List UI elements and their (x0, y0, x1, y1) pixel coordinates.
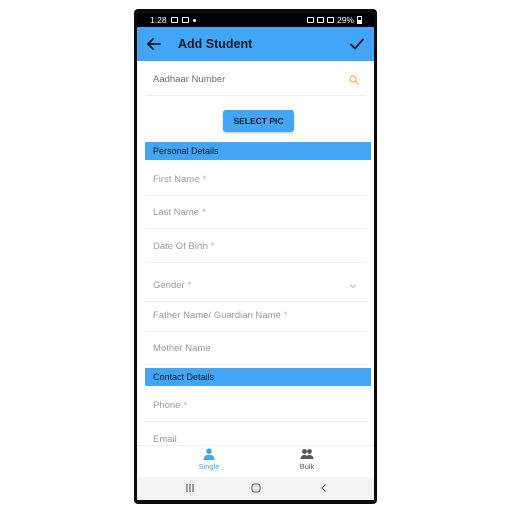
required-mark: * (183, 400, 188, 411)
aadhaar-number-field[interactable]: Aadhaar Number (145, 63, 367, 96)
gender-label: Gender * (153, 280, 191, 291)
nav-single-label: Single (198, 462, 220, 471)
date-of-birth-text: Date Of Birth (153, 241, 208, 252)
select-pic-button[interactable]: SELECT PIC (223, 110, 294, 132)
phone-frame: 1:28 29% Add Student Aadhaar Number SELE… (134, 9, 377, 504)
mother-name-field[interactable]: Mother Name (145, 332, 367, 365)
home-icon[interactable] (251, 483, 261, 493)
system-back-icon[interactable] (319, 483, 329, 493)
phone-text: Phone (153, 400, 181, 411)
phone-label: Phone * (153, 400, 187, 411)
gallery-notification-icon (170, 17, 178, 23)
wifi-icon (316, 17, 324, 23)
save-check-icon[interactable] (348, 35, 366, 53)
father-guardian-name-field[interactable]: Father Name/ Guardian Name * (145, 299, 367, 332)
father-guardian-name-text: Father Name/ Guardian Name (153, 310, 281, 321)
sync-notification-icon (181, 17, 189, 23)
nav-bulk-tab[interactable]: Bulk (277, 448, 337, 471)
nav-bulk-label: Bulk (299, 462, 315, 471)
app-bar: Add Student (137, 27, 374, 61)
first-name-field[interactable]: First Name * (145, 163, 367, 196)
last-name-text: Last Name (153, 207, 199, 218)
personal-details-header: Personal Details (145, 142, 371, 160)
search-icon[interactable] (349, 75, 359, 85)
app-screen: 1:28 29% Add Student Aadhaar Number SELE… (137, 13, 374, 500)
required-mark: * (202, 174, 207, 185)
first-name-text: First Name (153, 174, 200, 185)
signal-icon (326, 17, 334, 23)
nav-single-tab[interactable]: Single (179, 448, 239, 471)
phone-field[interactable]: Phone * (145, 389, 367, 422)
last-name-field[interactable]: Last Name * (145, 196, 367, 229)
first-name-label: First Name * (153, 174, 206, 185)
required-mark: * (201, 207, 206, 218)
required-mark: * (187, 280, 192, 291)
battery-percent: 29% (336, 15, 354, 25)
father-guardian-name-label: Father Name/ Guardian Name * (153, 310, 287, 321)
date-of-birth-field[interactable]: Date Of Birth * (145, 230, 367, 263)
gender-text: Gender (153, 280, 185, 291)
bottom-navigation: Single Bulk (137, 445, 374, 478)
date-of-birth-label: Date Of Birth * (153, 241, 215, 252)
email-label: Email (153, 434, 177, 445)
person-icon (203, 448, 215, 460)
recent-apps-icon[interactable] (185, 483, 195, 493)
aadhaar-number-placeholder: Aadhaar Number (153, 74, 226, 85)
required-mark: * (283, 310, 288, 321)
battery-icon (357, 16, 362, 24)
alarm-icon (306, 17, 314, 23)
mother-name-label: Mother Name (153, 343, 211, 354)
last-name-label: Last Name * (153, 207, 206, 218)
status-bar: 1:28 29% (137, 13, 374, 27)
required-mark: * (210, 241, 215, 252)
status-time: 1:28 (150, 15, 167, 25)
contact-details-header: Contact Details (145, 368, 371, 386)
system-navigation-bar (137, 477, 374, 500)
page-title: Add Student (178, 37, 253, 51)
chevron-down-icon (349, 284, 357, 289)
back-arrow-icon[interactable] (145, 35, 163, 53)
gender-dropdown[interactable]: Gender * (145, 269, 367, 302)
more-notifications-icon (192, 18, 196, 22)
people-group-icon (300, 449, 314, 459)
